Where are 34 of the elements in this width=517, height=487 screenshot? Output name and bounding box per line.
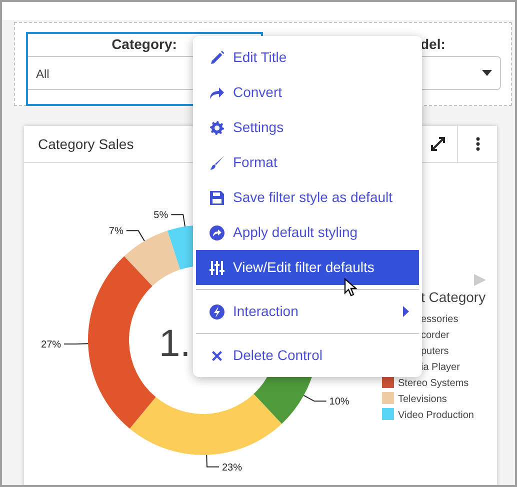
legend-label[interactable]: corder [421, 330, 450, 341]
sliders-icon [209, 260, 225, 276]
share-arrow-icon [209, 84, 225, 100]
center-value: 1. [159, 323, 191, 365]
data-label: 5% [154, 210, 168, 222]
leader-line [170, 214, 186, 227]
data-label: 27% [41, 340, 62, 350]
menu-item[interactable]: View/Edit filter defaults [196, 250, 419, 285]
next-page-icon[interactable] [474, 274, 486, 286]
leader-line [303, 394, 327, 402]
filter-label: Category: [110, 35, 178, 54]
pencil-icon [209, 50, 225, 66]
data-label: 23% [222, 462, 242, 474]
kebab-menu-icon [476, 137, 480, 151]
filter-label: del: [420, 36, 446, 52]
settings-icon [209, 120, 225, 136]
expand-icon [430, 136, 446, 152]
leader-line [206, 454, 220, 468]
data-label: 7% [108, 226, 124, 238]
leader-line [64, 343, 89, 344]
mouse-pointer-icon [344, 278, 357, 297]
circle-arrow-icon [209, 224, 225, 240]
caret-icon [482, 70, 492, 76]
legend-title: t Category [421, 289, 486, 305]
brush-icon [209, 154, 225, 170]
data-label: 10% [329, 396, 350, 408]
lightning-icon [209, 304, 225, 320]
legend-label[interactable]: essories [421, 314, 458, 325]
legend-label[interactable]: Televisions [398, 394, 447, 405]
submenu-arrow-icon [403, 306, 409, 317]
legend-label[interactable]: Stereo Systems [398, 378, 469, 389]
leader-line [126, 230, 145, 242]
card-title: Category Sales [37, 134, 135, 154]
legend-label[interactable]: Video Production [398, 410, 474, 421]
